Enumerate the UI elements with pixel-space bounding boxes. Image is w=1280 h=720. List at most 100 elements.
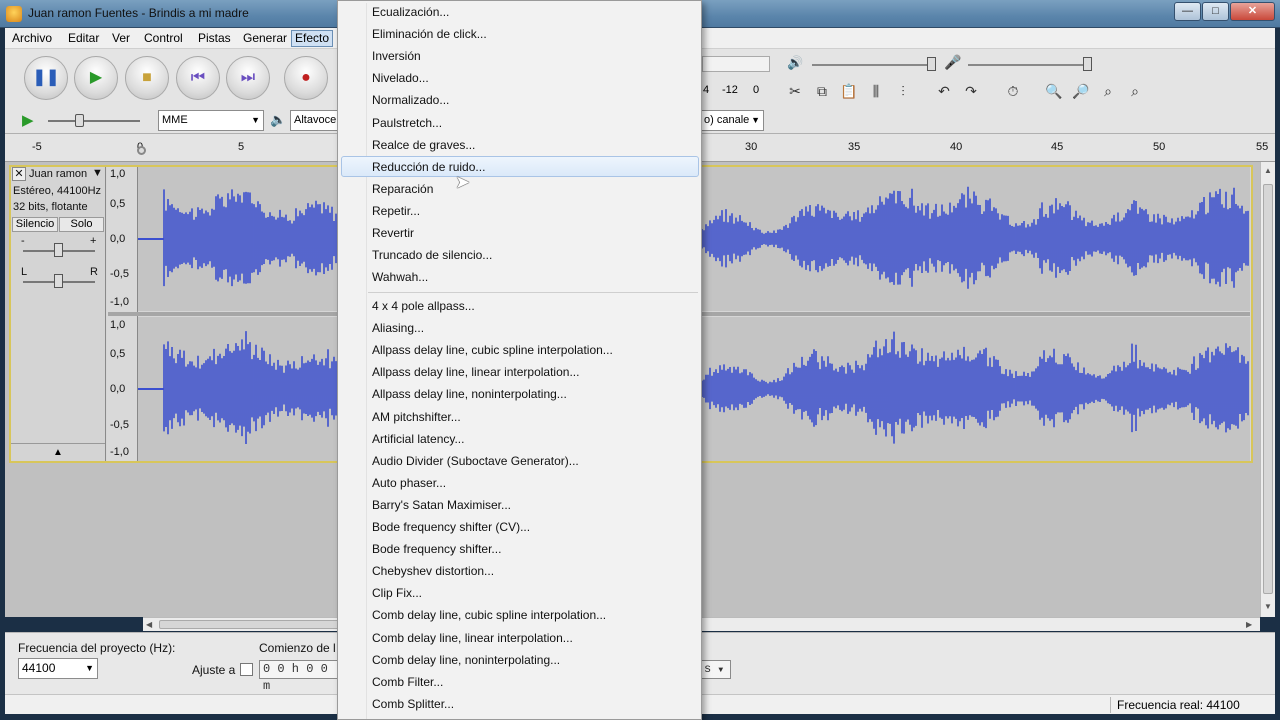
- effect-menu-item[interactable]: Paulstretch...: [372, 113, 442, 133]
- snap-to-label: Ajuste a: [192, 663, 236, 677]
- project-rate-select[interactable]: 44100 ▼: [18, 658, 98, 679]
- silence-icon[interactable]: ⫶: [891, 80, 915, 102]
- effect-menu-item[interactable]: Reparación: [372, 179, 433, 199]
- effect-menu-item[interactable]: Bode frequency shifter...: [372, 539, 501, 559]
- trim-icon[interactable]: ⫼: [864, 80, 888, 102]
- effect-menu-item[interactable]: Comb delay line, linear interpolation...: [372, 628, 573, 648]
- output-volume-thumb[interactable]: [927, 57, 936, 71]
- horizontal-scroll-thumb[interactable]: [159, 620, 339, 629]
- pause-button[interactable]: ❚❚: [24, 56, 68, 100]
- input-volume-thumb[interactable]: [1083, 57, 1092, 71]
- vertical-scroll-thumb[interactable]: [1263, 184, 1273, 594]
- window-title: Juan ramon Fuentes - Brindis a mi madre: [28, 6, 249, 20]
- effect-menu-item[interactable]: Allpass delay line, linear interpolation…: [372, 362, 579, 382]
- solo-button[interactable]: Solo: [59, 217, 104, 232]
- effect-menu-item[interactable]: Allpass delay line, noninterpolating...: [372, 384, 567, 404]
- speed-slider-thumb[interactable]: [75, 114, 84, 127]
- speed-slider-track[interactable]: [48, 120, 140, 122]
- copy-icon[interactable]: ⧉: [810, 80, 834, 102]
- effect-menu-item[interactable]: Clip Fix...: [372, 583, 422, 603]
- effect-menu-item[interactable]: Barry's Satan Maximiser...: [372, 495, 511, 515]
- paste-icon[interactable]: 📋: [837, 80, 861, 102]
- snap-to-checkbox[interactable]: [240, 663, 253, 676]
- zoom-in-icon[interactable]: 🔍: [1042, 80, 1066, 102]
- effect-menu-item[interactable]: Eliminación de click...: [372, 24, 487, 44]
- effect-menu-item[interactable]: Truncado de silencio...: [372, 245, 492, 265]
- project-rate-label: Frecuencia del proyecto (Hz):: [18, 641, 176, 655]
- audacity-app-icon: [6, 6, 22, 22]
- undo-icon[interactable]: ↶: [932, 80, 956, 102]
- close-button[interactable]: ✕: [1230, 2, 1275, 21]
- scroll-right-icon[interactable]: ▶: [1246, 620, 1252, 629]
- mute-button[interactable]: Silencio: [12, 217, 58, 232]
- record-button[interactable]: ●: [284, 56, 328, 100]
- collapse-track-button[interactable]: ▲: [11, 443, 105, 461]
- playhead-marker[interactable]: [137, 146, 146, 155]
- effect-menu-item[interactable]: Inversión: [372, 46, 421, 66]
- stop-icon: ■: [142, 69, 152, 86]
- effect-menu-item[interactable]: AM pitchshifter...: [372, 407, 461, 427]
- pan-slider-thumb[interactable]: [54, 274, 63, 288]
- output-volume-slider[interactable]: [812, 64, 934, 66]
- effect-menu-item[interactable]: Comb delay line, noninterpolating...: [372, 650, 560, 670]
- menu-pistas[interactable]: Pistas: [195, 30, 234, 47]
- gain-slider-thumb[interactable]: [54, 243, 63, 257]
- recording-meter[interactable]: [702, 56, 770, 72]
- track-close-button[interactable]: ✕: [12, 167, 26, 181]
- audio-host-select[interactable]: MME ▼: [158, 110, 264, 131]
- maximize-button[interactable]: □: [1202, 2, 1229, 21]
- effect-menu-item[interactable]: 4 x 4 pole allpass...: [372, 296, 475, 316]
- menu-archivo[interactable]: Archivo: [9, 30, 55, 47]
- effect-menu-item[interactable]: Ecualización...: [372, 2, 449, 22]
- effect-menu-item[interactable]: Chebyshev distortion...: [372, 561, 494, 581]
- scroll-up-icon[interactable]: ▲: [1264, 166, 1272, 175]
- selection-start-time[interactable]: 0 0 h 0 0 m: [259, 660, 339, 693]
- volume-icon: 🔊: [787, 55, 804, 70]
- play-icon: ▶: [89, 69, 103, 86]
- effect-menu-item[interactable]: Revertir: [372, 223, 414, 243]
- menu-ver[interactable]: Ver: [109, 30, 133, 47]
- pan-left-label: L: [21, 266, 28, 278]
- effect-menu-item[interactable]: Realce de graves...: [372, 135, 475, 155]
- scroll-left-icon[interactable]: ◀: [146, 620, 152, 629]
- effect-menu-item[interactable]: Comb Filter...: [372, 672, 443, 692]
- input-volume-slider[interactable]: [968, 64, 1090, 66]
- selection-end-time[interactable]: s ▼: [700, 660, 731, 679]
- skip-to-end-button[interactable]: ⏭: [226, 56, 270, 100]
- minimize-button[interactable]: —: [1174, 2, 1201, 21]
- effect-menu-item[interactable]: Artificial latency...: [372, 429, 464, 449]
- effect-menu-item[interactable]: Auto phaser...: [372, 473, 446, 493]
- effect-menu-item[interactable]: Nivelado...: [372, 68, 429, 88]
- effect-menu-item[interactable]: Bode frequency shifter (CV)...: [372, 517, 530, 537]
- output-device-select[interactable]: Altavoce: [290, 110, 338, 131]
- stop-button[interactable]: ■: [125, 56, 169, 100]
- fit-project-icon[interactable]: ⌕: [1123, 80, 1147, 102]
- cut-icon[interactable]: ✂: [783, 80, 807, 102]
- track-name[interactable]: Juan ramon: [29, 168, 87, 180]
- vertical-scrollbar[interactable]: ▲ ▼: [1260, 162, 1275, 617]
- play-button[interactable]: ▶: [74, 56, 118, 100]
- chevron-down-icon[interactable]: ▼: [92, 167, 103, 179]
- effect-menu-item[interactable]: Wahwah...: [372, 267, 428, 287]
- scroll-down-icon[interactable]: ▼: [1264, 602, 1272, 611]
- skip-to-start-button[interactable]: ⏮: [176, 56, 220, 100]
- fit-selection-icon[interactable]: ⌕: [1096, 80, 1120, 102]
- effect-menu-item[interactable]: Allpass delay line, cubic spline interpo…: [372, 340, 613, 360]
- sync-lock-icon[interactable]: ⏱: [1001, 80, 1025, 102]
- effect-menu-item[interactable]: Comb delay line, cubic spline interpolat…: [372, 605, 606, 625]
- skip-start-icon: ⏮: [190, 69, 206, 86]
- zoom-out-icon[interactable]: 🔎: [1069, 80, 1093, 102]
- play-at-speed-icon[interactable]: ▶: [22, 111, 34, 129]
- ruler-tick: 40: [950, 141, 963, 153]
- menu-control[interactable]: Control: [141, 30, 186, 47]
- effect-menu-item[interactable]: Repetir...: [372, 201, 420, 221]
- effect-menu-item[interactable]: Normalizado...: [372, 90, 449, 110]
- redo-icon[interactable]: ↷: [959, 80, 983, 102]
- channels-select[interactable]: o) canale ▼: [700, 110, 764, 131]
- effect-menu-item[interactable]: Audio Divider (Subоctave Generator)...: [372, 451, 579, 471]
- effect-menu-item[interactable]: Aliasing...: [372, 318, 424, 338]
- menu-generar[interactable]: Generar: [240, 30, 290, 47]
- effect-menu-item[interactable]: Comb Splitter...: [372, 694, 454, 714]
- menu-efecto[interactable]: Efecto: [291, 30, 334, 47]
- menu-editar[interactable]: Editar: [65, 30, 102, 47]
